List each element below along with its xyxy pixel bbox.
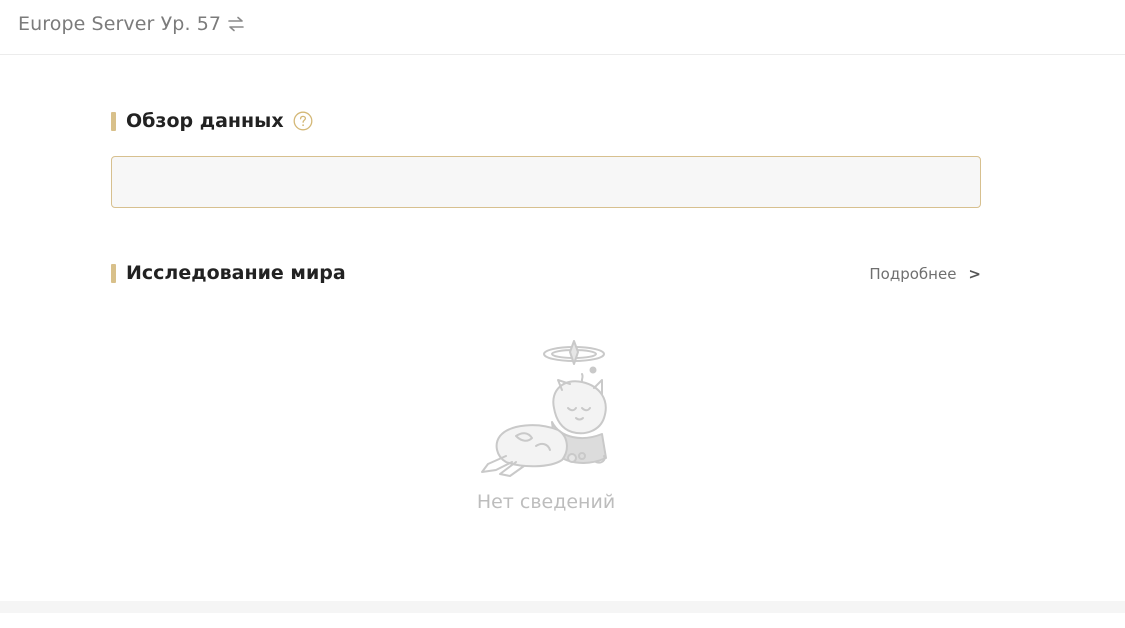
server-switcher[interactable]: Europe Server Ур. 57 [18,13,245,35]
top-bar: Europe Server Ур. 57 [0,0,1125,55]
server-label: Europe Server Ур. 57 [18,13,222,35]
overview-panel [111,156,981,208]
overview-title: Обзор данных [126,110,284,132]
exploration-title: Исследование мира [126,262,346,284]
empty-state: Нет сведений [446,338,646,513]
empty-state-text: Нет сведений [476,491,616,513]
chevron-right-icon: > [968,265,981,283]
overview-header: Обзор данных [111,110,313,132]
accent-bar [111,111,116,131]
exploration-header: Исследование мира [111,262,346,284]
sleeping-character-illustration [481,340,607,477]
accent-bar [111,263,116,283]
swap-arrows-icon[interactable] [227,16,245,32]
question-circle-icon[interactable] [293,111,313,131]
footer-divider [0,601,1125,613]
more-details-link[interactable]: Подробнее > [869,265,981,283]
more-details-label: Подробнее [869,265,957,283]
